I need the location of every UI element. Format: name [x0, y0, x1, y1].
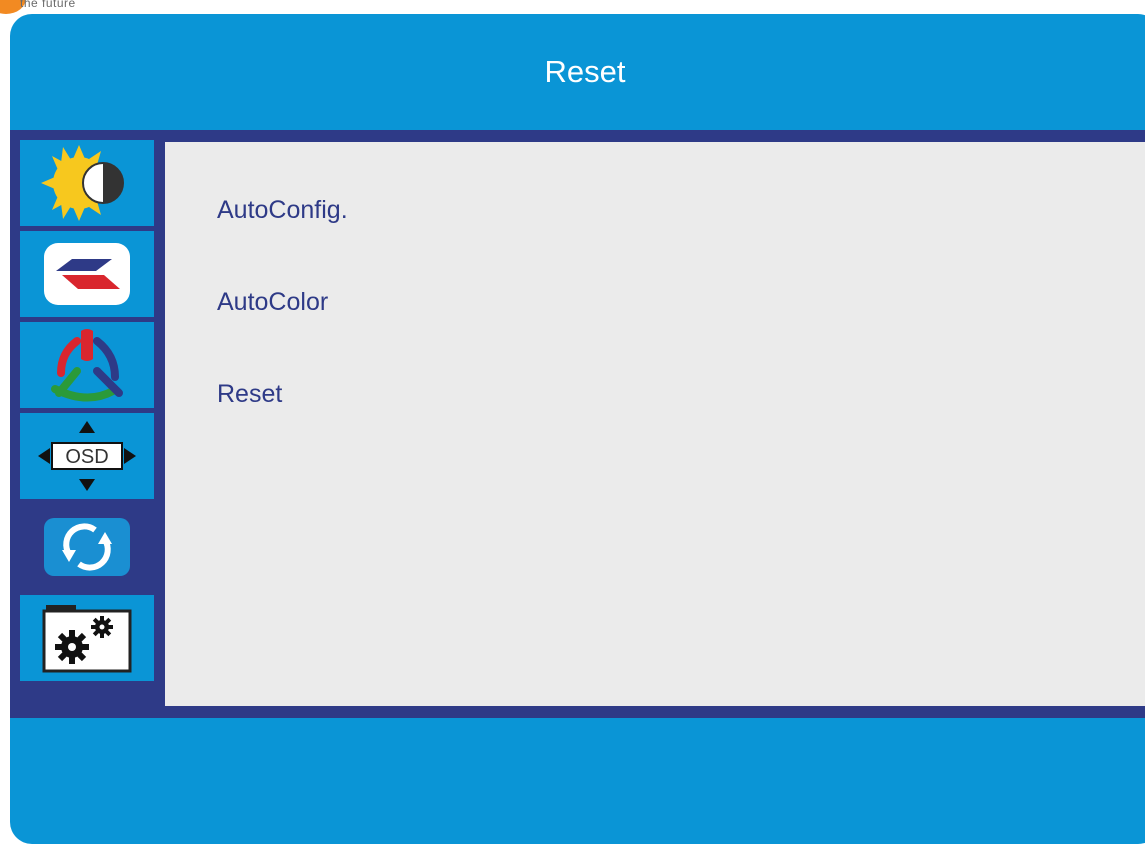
osd-bottom-bar — [10, 718, 1145, 844]
brightness-contrast-icon — [41, 145, 124, 221]
sidebar-item-color[interactable] — [20, 322, 154, 408]
menu-item-autoconfig[interactable]: AutoConfig. — [217, 196, 348, 225]
osd-icon-label: OSD — [65, 446, 108, 468]
osd-content-panel: AutoConfig. AutoColor Reset — [165, 142, 1145, 706]
reset-icon — [44, 518, 130, 576]
menu-item-reset[interactable]: Reset — [217, 380, 282, 409]
logo-tagline: the future — [20, 0, 76, 10]
osd-title: Reset — [544, 54, 626, 89]
color-temperature-icon — [51, 329, 123, 402]
image-setup-icon — [44, 243, 130, 305]
sidebar-item-picture[interactable] — [20, 140, 154, 226]
sidebar-item-reset[interactable] — [20, 504, 154, 590]
osd-position-icon: OSD — [38, 421, 136, 491]
osd-frame: OSD AutoConfig. AutoColor Reset — [10, 130, 1145, 718]
sidebar-item-image[interactable] — [20, 231, 154, 317]
osd-sidebar: OSD — [10, 130, 155, 718]
sidebar-item-misc[interactable] — [20, 595, 154, 681]
menu-item-autocolor[interactable]: AutoColor — [217, 288, 328, 317]
osd-window: Reset OSD AutoConfig. AutoColor Reset — [10, 14, 1145, 844]
sidebar-item-osd[interactable]: OSD — [20, 413, 154, 499]
settings-gears-icon — [42, 605, 132, 673]
